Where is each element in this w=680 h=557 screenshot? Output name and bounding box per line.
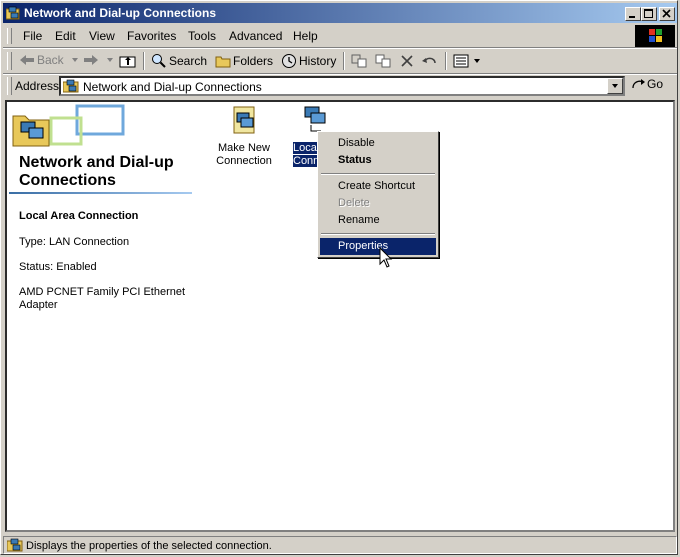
history-label: History (299, 54, 337, 68)
menu-help[interactable]: Help (293, 29, 318, 43)
maximize-icon (644, 9, 653, 18)
move-to-button[interactable] (351, 53, 371, 69)
chevron-down-icon (612, 84, 618, 88)
folders-button[interactable]: Folders (215, 53, 273, 69)
title-bar[interactable]: Network and Dial-up Connections (3, 3, 677, 23)
minimize-button[interactable] (625, 7, 641, 21)
menu-item-status[interactable]: Status (320, 152, 436, 169)
search-label: Search (169, 54, 208, 68)
minimize-icon (629, 16, 635, 18)
forward-arrow-icon (84, 55, 98, 65)
explorer-window: Network and Dial-up Connections File Edi… (0, 0, 678, 555)
selected-connection-name: Local Area Connection (19, 210, 139, 222)
menubar-grip[interactable] (7, 28, 12, 44)
copy-to-button[interactable] (375, 53, 395, 69)
mouse-pointer-icon (379, 247, 393, 268)
toolbar: Back Search Folders History (3, 49, 677, 73)
search-icon (152, 54, 166, 68)
address-dropdown-button[interactable] (607, 78, 623, 94)
menu-favorites[interactable]: Favorites (127, 29, 176, 43)
forward-dropdown-icon[interactable] (105, 56, 115, 64)
address-label: Address (15, 79, 60, 93)
network-folder-icon (7, 538, 23, 552)
views-icon (453, 54, 469, 68)
network-folder-icon (63, 79, 79, 93)
undo-icon (422, 57, 436, 64)
menu-bar: File Edit View Favorites Tools Advanced … (3, 25, 677, 47)
back-arrow-icon (20, 55, 34, 65)
connection-type: Type: LAN Connection (19, 236, 130, 248)
up-folder-icon (119, 56, 136, 68)
menu-item-delete: Delete (338, 197, 370, 209)
windows-flag-icon (649, 29, 662, 42)
addressbar-grip[interactable] (7, 77, 12, 95)
menu-item-rename[interactable]: Rename (320, 212, 436, 229)
panel-title-rule (9, 192, 192, 194)
status-text: Displays the properties of the selected … (26, 540, 272, 552)
network-folder-banner-icon (12, 104, 125, 147)
go-arrow-icon (632, 79, 645, 89)
menu-advanced[interactable]: Advanced (229, 29, 282, 43)
folders-label: Folders (233, 54, 274, 68)
menu-item-create-shortcut[interactable]: Create Shortcut (320, 178, 436, 195)
move-to-icon (351, 54, 367, 68)
toolbar-separator (143, 52, 145, 70)
history-icon (282, 54, 296, 68)
up-folder-button[interactable] (119, 53, 139, 69)
back-button[interactable]: Back (19, 53, 82, 67)
folders-icon (215, 56, 231, 68)
status-bar: Displays the properties of the selected … (3, 535, 677, 554)
close-button[interactable] (659, 7, 675, 21)
delete-x-icon (401, 55, 413, 67)
connection-adapter: AMD PCNET Family PCI Ethernet Adapter (19, 286, 186, 311)
copy-to-icon (375, 54, 391, 68)
menu-item-disable[interactable]: Disable (320, 135, 436, 152)
menu-file[interactable]: File (23, 29, 42, 43)
back-dropdown-icon[interactable] (70, 56, 80, 64)
forward-button[interactable] (83, 53, 117, 67)
history-button[interactable]: History (281, 53, 336, 69)
network-folder-icon (6, 6, 20, 20)
context-menu: Disable Status Create Shortcut Delete Re… (317, 131, 439, 258)
close-icon (662, 9, 671, 18)
menu-edit[interactable]: Edit (55, 29, 76, 43)
go-button[interactable]: Go (631, 77, 663, 91)
menu-item-properties[interactable]: Properties (320, 238, 436, 255)
address-bar: Address Network and Dial-up Connections … (3, 74, 677, 98)
address-value: Network and Dial-up Connections (83, 80, 262, 94)
toolbar-separator (343, 52, 345, 70)
go-label: Go (647, 77, 664, 91)
windows-logo (635, 25, 675, 47)
make-new-connection-icon (233, 106, 255, 134)
context-menu-separator (321, 173, 435, 175)
views-dropdown-icon[interactable] (473, 57, 481, 65)
make-new-connection-label: Make New Connection (216, 142, 272, 167)
menu-tools[interactable]: Tools (188, 29, 216, 43)
views-button[interactable] (453, 53, 483, 69)
context-menu-separator (321, 233, 435, 235)
make-new-connection-item[interactable]: Make New Connection (212, 105, 276, 168)
menu-view[interactable]: View (89, 29, 115, 43)
panel-title: Network and Dial-up Connections (19, 154, 174, 189)
search-button[interactable]: Search (151, 53, 207, 69)
status-panel: Displays the properties of the selected … (3, 536, 677, 554)
window-title: Network and Dial-up Connections (24, 6, 217, 20)
toolbar-grip[interactable] (7, 52, 12, 70)
toolbar-separator (445, 52, 447, 70)
undo-button[interactable] (421, 53, 441, 69)
address-input[interactable]: Network and Dial-up Connections (59, 76, 625, 96)
connection-status: Status: Enabled (19, 261, 97, 273)
delete-button[interactable] (399, 53, 417, 69)
back-label: Back (37, 53, 64, 67)
maximize-button[interactable] (641, 7, 657, 21)
